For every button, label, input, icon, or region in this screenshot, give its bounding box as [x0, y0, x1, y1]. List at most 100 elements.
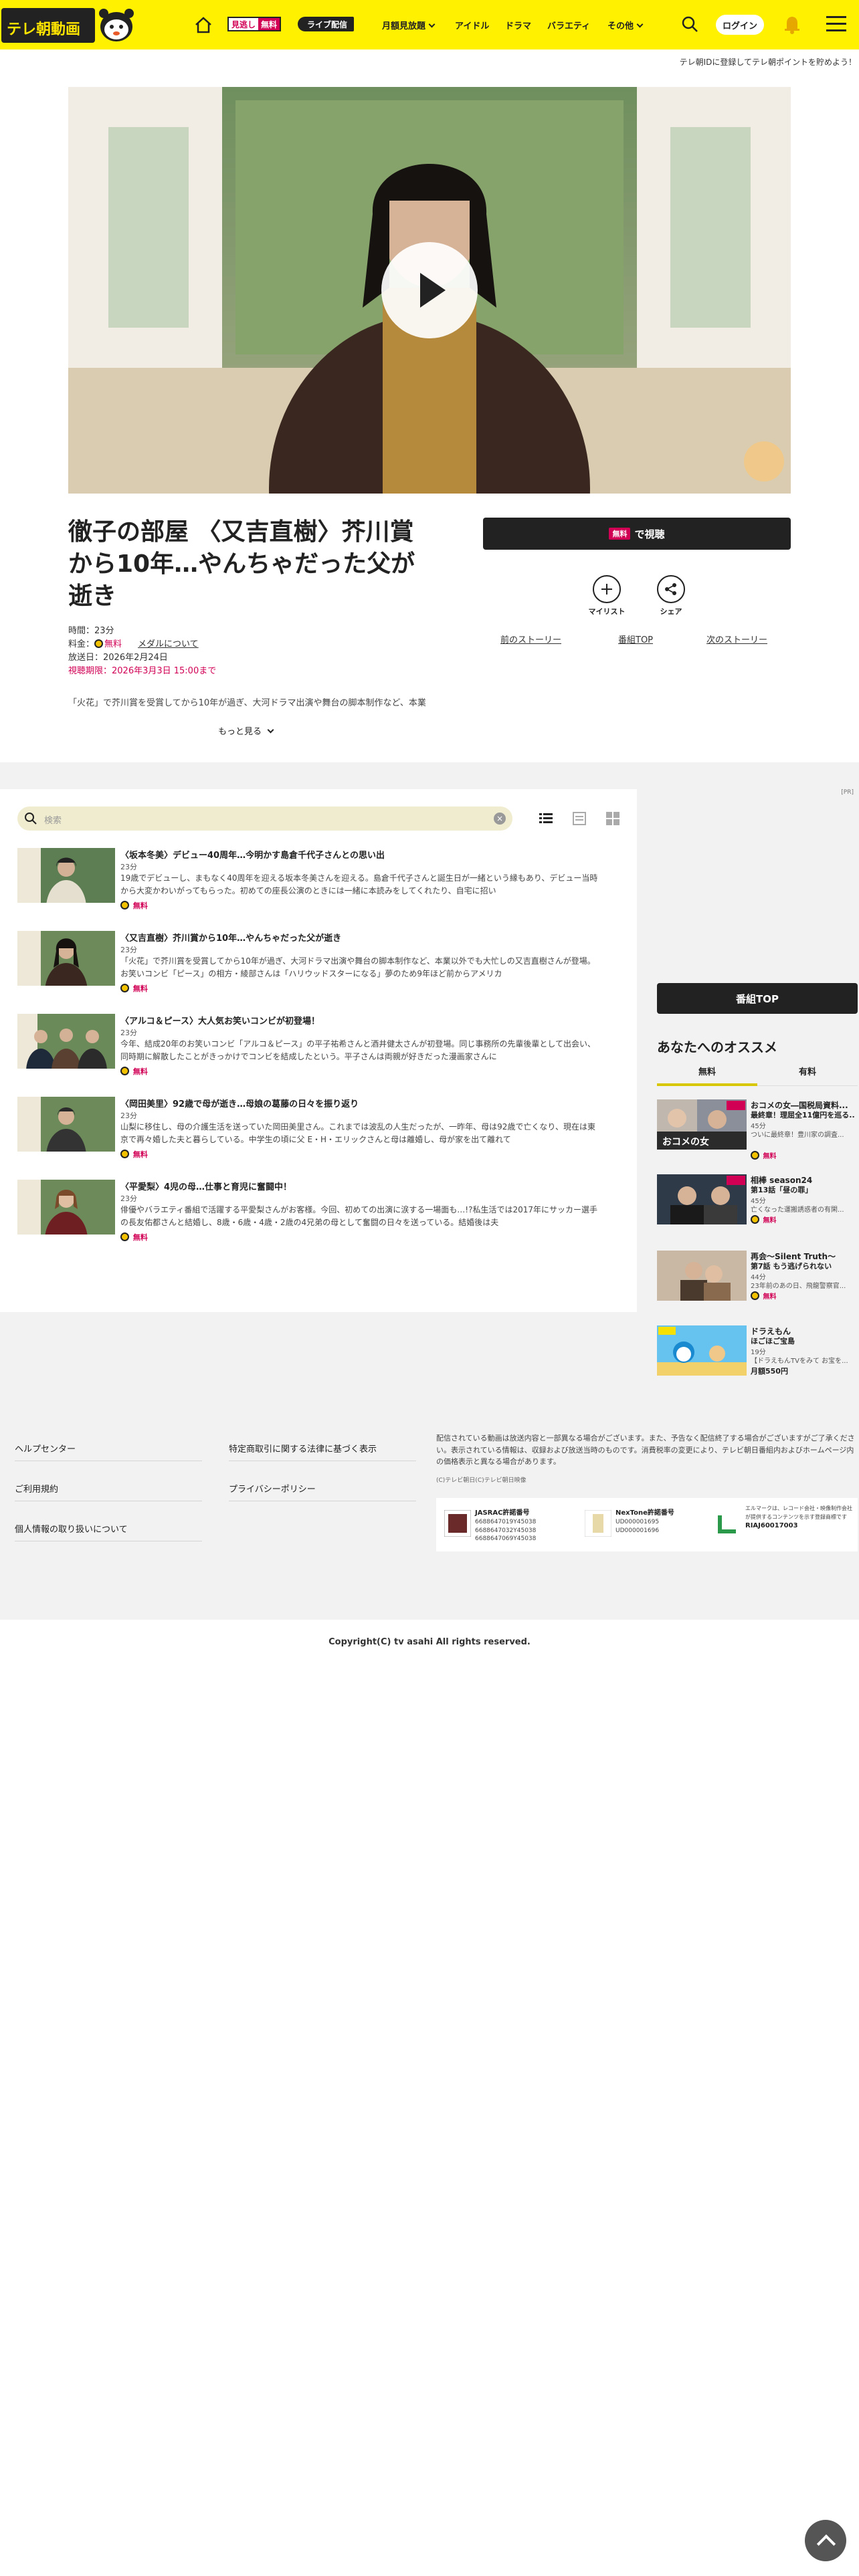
free-badge: 無料: [751, 1214, 776, 1224]
free-label: 無料: [763, 1153, 777, 1160]
share-button[interactable]: [657, 575, 685, 603]
live-badge[interactable]: ライブ配信: [298, 17, 355, 31]
footer-link-privacy-handling[interactable]: 個人情報の取り扱いについて: [15, 1522, 128, 1535]
episode-desc: 今年、結成20年のお笑いコンビ「アルコ＆ピース」の平子祐希さんと酒井健太さんが初…: [120, 1039, 595, 1062]
recommend-item[interactable]: 再会～Silent Truth～ 第7話 もう逃げられない 44分 23年前のあ…: [657, 1251, 858, 1312]
next-story-link[interactable]: 次のストーリー: [706, 633, 767, 645]
jasrac-icon: [444, 1510, 471, 1537]
mylist-label: マイリスト: [588, 607, 626, 616]
nav-item-drama[interactable]: ドラマ: [505, 19, 531, 31]
list-item[interactable]: 〈平愛梨〉4児の母…仕事と育児に奮闘中！ 23分 俳優やバラエティ番組で活躍する…: [17, 1180, 619, 1250]
episode-search[interactable]: 検索 ×: [17, 807, 512, 831]
episode-name: 〈岡田美里〉92歳で母が逝き…母娘の葛藤の日々を振り返り: [120, 1099, 359, 1109]
free-badge: 無料: [120, 900, 148, 911]
nextone-icon: [585, 1510, 611, 1537]
recommend-item[interactable]: おコメの女 おコメの女―国税局資料... 最終章！理屈全11億円を巡る... 4…: [657, 1099, 858, 1161]
episode-thumbnail: [17, 931, 115, 986]
bell-icon[interactable]: [783, 13, 801, 35]
jasrac-numbers: 6688647019Y45038 6688647032Y45038 668864…: [475, 1519, 537, 1543]
episode-description: 「火花」で芥川賞を受賞してから10年が過ぎ、大河ドラマ出演や舞台の脚本制作など、…: [68, 698, 426, 708]
nav-item-variety[interactable]: バラエティ: [547, 19, 590, 31]
nav-label: バラエティ: [547, 21, 591, 31]
list-item[interactable]: 〈岡田美里〉92歳で母が逝き…母娘の葛藤の日々を振り返り 23分 山梨に移住し、…: [17, 1097, 619, 1167]
price-row: 料金： 無料 メダルについて: [68, 637, 199, 649]
footer-link-terms[interactable]: ご利用規約: [15, 1482, 58, 1495]
medal-link[interactable]: メダルについて: [138, 639, 199, 649]
list-view-icon[interactable]: [538, 811, 554, 827]
recommend-item[interactable]: 相棒 season24 第13話「昼の罪」 45分 亡くなった運搬誘惑者の有閑.…: [657, 1174, 858, 1236]
list-item[interactable]: 〈坂本冬美〉デビュー40周年…今明かす島倉千代子さんとの思い出 23分 19歳で…: [17, 848, 619, 918]
nav-label: 月額見放題: [382, 21, 426, 31]
free-label: 無料: [763, 1217, 777, 1224]
nav-label: ドラマ: [505, 21, 532, 31]
logo[interactable]: テレ朝動画: [0, 0, 140, 49]
grid-view-icon[interactable]: [605, 811, 621, 827]
free-label: 無料: [763, 1293, 777, 1301]
license-box: JASRAC許諾番号 6688647019Y45038 6688647032Y4…: [436, 1498, 858, 1551]
tab-paid[interactable]: 有料: [757, 1065, 858, 1077]
show-more-label: もっと見る: [218, 727, 262, 737]
free-badge: 無料: [120, 1149, 148, 1160]
list-item[interactable]: 〈又吉直樹〉芥川賞から10年…やんちゃだった父が逝き 23分 「火花」で芥川賞を…: [17, 931, 619, 1001]
tab-free[interactable]: 無料: [657, 1065, 757, 1077]
free-badge: 無料: [751, 1150, 776, 1160]
footer-link-privacy-policy[interactable]: プライバシーポリシー: [229, 1482, 316, 1495]
footer-link-commerce-law[interactable]: 特定商取引に関する法律に基づく表示: [229, 1442, 377, 1455]
mylist-button[interactable]: [593, 575, 621, 603]
coin-icon: [120, 1150, 129, 1158]
video-player[interactable]: [68, 87, 791, 494]
login-button[interactable]: ログイン: [716, 15, 764, 35]
footer-small-copyright: (C)テレビ朝日(C)テレビ朝日映像: [436, 1477, 527, 1484]
episode-desc: 「火花」で芥川賞を受賞してから10年が過ぎ、大河ドラマ出演や舞台の脚本制作など、…: [120, 956, 595, 979]
main-nav: 見逃し 無料 ライブ配信 月額見放題 アイドル ドラマ バラエティ その他 ログ…: [177, 0, 859, 49]
episode-name: 〈又吉直樹〉芥川賞から10年…やんちゃだった父が逝き: [120, 934, 342, 944]
prev-story-link[interactable]: 前のストーリー: [500, 633, 561, 645]
coin-icon: [120, 901, 129, 909]
recommend-item[interactable]: ドラえもん ほごほご宝島 19分 【ドラえもんTVをみて お宝を... 月額55…: [657, 1325, 858, 1387]
nextone-info: NexTone許諾番号 UD000001695 UD000001696: [615, 1509, 674, 1535]
nav-item-other[interactable]: その他: [607, 19, 644, 31]
free-label: 無料: [132, 1067, 148, 1076]
play-button[interactable]: [381, 242, 478, 338]
episode-thumbnail: [17, 1014, 115, 1069]
episode-duration: 23分: [120, 1194, 137, 1203]
header-divider: [137, 0, 177, 49]
program-top-link[interactable]: 番組TOP: [618, 633, 653, 645]
episode-desc: 山梨に移住し、母の介護生活を送っていた岡田美里さん。これまでは波乱の人生だったが…: [120, 1122, 595, 1145]
mitai-free-badge[interactable]: 見逃し 無料: [227, 17, 282, 31]
free-badge: 無料: [120, 1232, 148, 1243]
nav-item-subscription[interactable]: 月額見放題: [382, 19, 436, 31]
search-icon[interactable]: [680, 15, 699, 33]
home-icon[interactable]: [194, 16, 213, 33]
program-top-button[interactable]: 番組TOP: [657, 983, 858, 1014]
point-promo-link[interactable]: テレ朝IDに登録してテレ朝ポイントを貯めよう！: [680, 56, 856, 68]
show-more-button[interactable]: もっと見る: [218, 724, 274, 737]
tab-active-indicator: [657, 1083, 757, 1086]
nav-item-idol[interactable]: アイドル: [455, 19, 489, 31]
chevron-down-icon: [428, 21, 436, 28]
list-item[interactable]: 〈アルコ＆ピース〉大人気お笑いコンビが初登場！ 23分 今年、結成20年のお笑い…: [17, 1014, 619, 1084]
copyright: Copyright(C) tv asahi All rights reserve…: [328, 1637, 531, 1647]
free-label: 無料: [132, 901, 148, 910]
detail-view-icon[interactable]: [571, 811, 587, 827]
l-mark-icon: [714, 1510, 741, 1537]
scroll-to-top-button[interactable]: [805, 2520, 846, 2561]
episode-duration: 23分: [120, 1029, 137, 1037]
clear-icon[interactable]: ×: [494, 813, 506, 825]
free-badge: 無料: [120, 1066, 148, 1077]
recommend-thumbnail: [657, 1251, 747, 1301]
free-label: 無料: [132, 1233, 148, 1242]
coin-icon: [751, 1151, 759, 1160]
episode-duration: 23分: [120, 863, 137, 871]
recommend-thumbnail: おコメの女: [657, 1099, 747, 1150]
footer-link-help[interactable]: ヘルプセンター: [15, 1442, 76, 1455]
recommend-sub: 第13話「昼の罪」: [751, 1186, 813, 1194]
recommend-desc: 23年前のあの日、飛龍警察官...: [751, 1283, 846, 1290]
riaj-info: エルマークは、レコード会社・映像制作会社が提供するコンテンツを示す登録商標です …: [745, 1505, 852, 1531]
coin-icon: [751, 1291, 759, 1300]
jasrac-title: JASRAC許諾番号: [475, 1509, 530, 1517]
watch-button[interactable]: 無料 で視聴: [483, 518, 791, 550]
coin-icon: [94, 639, 104, 648]
hamburger-menu-icon[interactable]: [826, 16, 846, 33]
recommend-sub: 最終章！理屈全11億円を巡る...: [751, 1111, 854, 1119]
